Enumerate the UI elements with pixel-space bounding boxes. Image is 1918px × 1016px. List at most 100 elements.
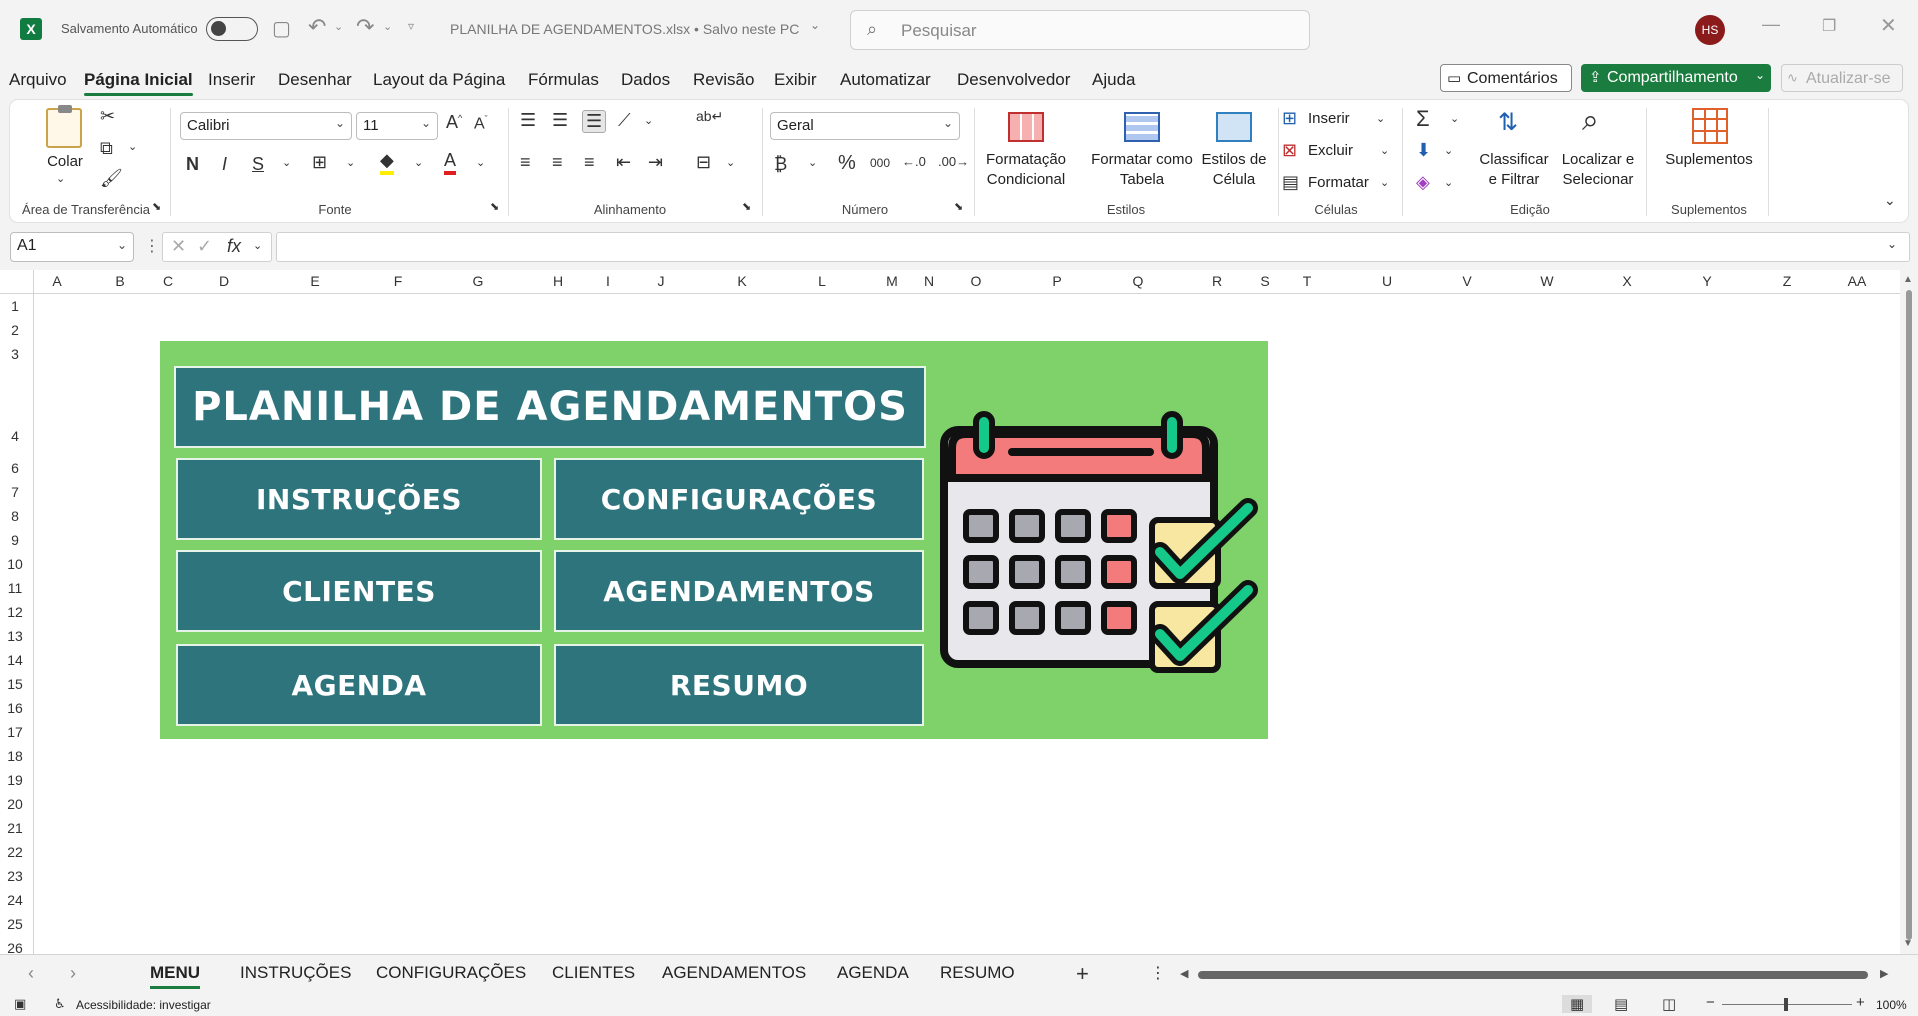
hscroll-left-icon[interactable]: ◀: [1180, 967, 1188, 980]
clipboard-launcher-icon[interactable]: ⬊: [152, 200, 161, 213]
column-header-b[interactable]: B: [80, 273, 160, 289]
conditional-formatting-line1[interactable]: Formatação: [976, 150, 1076, 169]
undo-dropdown-icon[interactable]: ⌄: [334, 20, 343, 33]
column-header-w[interactable]: W: [1502, 273, 1592, 289]
align-center-icon[interactable]: ≡: [552, 152, 563, 173]
paste-icon[interactable]: [46, 105, 82, 148]
insert-function-icon[interactable]: fx: [227, 236, 241, 257]
row-header[interactable]: 11: [0, 580, 30, 596]
paste-label[interactable]: Colar: [42, 152, 88, 171]
avatar[interactable]: HS: [1695, 15, 1725, 45]
decrease-indent-icon[interactable]: ⇤: [616, 152, 631, 173]
thousands-icon[interactable]: 000: [870, 156, 890, 170]
cell-styles-icon[interactable]: [1216, 112, 1252, 142]
borders-chevron-icon[interactable]: ⌄: [346, 156, 355, 169]
delete-cells-label[interactable]: Excluir: [1308, 142, 1353, 159]
agenda-button[interactable]: AGENDA: [176, 644, 542, 726]
percent-icon[interactable]: %: [838, 152, 856, 175]
undo-icon[interactable]: ↶: [308, 14, 326, 40]
prev-sheet-icon[interactable]: ‹: [28, 963, 34, 984]
fill-chevron-icon[interactable]: ⌄: [1444, 144, 1453, 157]
accounting-icon[interactable]: ₿: [774, 154, 787, 175]
menu-desenhar[interactable]: Desenhar: [278, 70, 352, 90]
column-header-f[interactable]: F: [358, 273, 438, 289]
format-cells-label[interactable]: Formatar: [1308, 174, 1369, 191]
fill-icon[interactable]: ⬇: [1416, 140, 1431, 161]
align-middle-icon[interactable]: ☰: [552, 110, 568, 131]
format-as-table-icon[interactable]: [1124, 112, 1160, 142]
row-header[interactable]: 9: [0, 532, 30, 548]
collapse-ribbon-icon[interactable]: ⌄: [1884, 192, 1896, 209]
column-header-o[interactable]: O: [938, 273, 1014, 289]
menu-arquivo[interactable]: Arquivo: [9, 70, 67, 90]
copy-chevron-icon[interactable]: ⌄: [128, 140, 137, 153]
column-header-k[interactable]: K: [704, 273, 780, 289]
decrease-font-icon[interactable]: Aˇ: [474, 114, 488, 133]
merge-chevron-icon[interactable]: ⌄: [726, 156, 735, 169]
cut-icon[interactable]: ✂: [100, 106, 115, 127]
minimize-icon[interactable]: —: [1762, 14, 1780, 35]
redo-icon[interactable]: ↷: [356, 14, 374, 40]
increase-decimal-icon[interactable]: ←.0: [902, 154, 926, 169]
clear-chevron-icon[interactable]: ⌄: [1444, 176, 1453, 189]
enter-icon[interactable]: ✓: [197, 236, 212, 257]
menu-inserir[interactable]: Inserir: [208, 70, 255, 90]
normal-view-icon[interactable]: ▦: [1562, 995, 1593, 1013]
italic-icon[interactable]: I: [222, 154, 227, 175]
next-sheet-icon[interactable]: ›: [70, 963, 76, 984]
menu-dados[interactable]: Dados: [621, 70, 670, 90]
find-select-icon[interactable]: ⌕: [1582, 104, 1599, 138]
column-header-d[interactable]: D: [176, 273, 272, 289]
row-header[interactable]: 7: [0, 484, 30, 500]
row-header[interactable]: 19: [0, 772, 30, 788]
orientation-icon[interactable]: ⟋: [618, 110, 631, 131]
update-button[interactable]: ∿ Atualizar-se: [1781, 64, 1903, 92]
zoom-in-icon[interactable]: +: [1856, 994, 1865, 1011]
add-sheet-icon[interactable]: +: [1076, 961, 1089, 987]
fill-color-chevron-icon[interactable]: ⌄: [414, 156, 423, 169]
column-header-t[interactable]: T: [1272, 273, 1342, 289]
decrease-decimal-icon[interactable]: .00→: [938, 154, 969, 169]
column-header-g[interactable]: G: [438, 273, 518, 289]
copy-icon[interactable]: ⧉: [100, 138, 113, 159]
scroll-down-icon[interactable]: ▼: [1903, 938, 1913, 949]
name-box[interactable]: A1 ⌄: [10, 232, 134, 262]
row-header[interactable]: 15: [0, 676, 30, 692]
orientation-chevron-icon[interactable]: ⌄: [644, 114, 653, 127]
addins-icon[interactable]: [1692, 108, 1728, 144]
zoom-level[interactable]: 100%: [1876, 998, 1907, 1012]
sort-filter-icon[interactable]: ⇅: [1498, 108, 1518, 137]
row-header[interactable]: 22: [0, 844, 30, 860]
column-header-aa[interactable]: AA: [1822, 273, 1892, 289]
row-header[interactable]: 3: [0, 346, 30, 362]
font-color-chevron-icon[interactable]: ⌄: [476, 156, 485, 169]
column-header-r[interactable]: R: [1176, 273, 1258, 289]
sheet-tab-resumo[interactable]: RESUMO: [940, 963, 1015, 983]
row-header[interactable]: 1: [0, 298, 30, 314]
page-break-view-icon[interactable]: ◫: [1662, 995, 1676, 1013]
align-top-icon[interactable]: ☰: [520, 110, 536, 131]
menu-formulas[interactable]: Fórmulas: [528, 70, 599, 90]
align-bottom-icon[interactable]: ☰: [582, 110, 607, 133]
column-header-y[interactable]: Y: [1662, 273, 1752, 289]
column-header-c[interactable]: C: [160, 273, 176, 289]
format-chevron-icon[interactable]: ⌄: [1380, 176, 1389, 189]
underline-chevron-icon[interactable]: ⌄: [282, 156, 291, 169]
menu-ajuda[interactable]: Ajuda: [1092, 70, 1135, 90]
column-header-u[interactable]: U: [1342, 273, 1432, 289]
share-button[interactable]: ⇪ Compartilhamento ⌄: [1581, 64, 1771, 92]
font-size-select[interactable]: 11 ⌄: [356, 112, 438, 140]
format-as-table-line1[interactable]: Formatar como: [1086, 150, 1198, 169]
number-launcher-icon[interactable]: ⬊: [954, 200, 963, 213]
close-icon[interactable]: ✕: [1880, 13, 1897, 38]
sort-filter-line1[interactable]: Classificar: [1472, 150, 1556, 169]
scroll-up-icon[interactable]: ▲: [1903, 274, 1913, 285]
sheet-tab-clientes[interactable]: CLIENTES: [552, 963, 635, 983]
restore-icon[interactable]: ❐: [1822, 16, 1836, 36]
configuracoes-button[interactable]: CONFIGURAÇÕES: [554, 458, 924, 540]
delete-chevron-icon[interactable]: ⌄: [1380, 144, 1389, 157]
paste-chevron-icon[interactable]: ⌄: [56, 172, 65, 185]
autosum-icon[interactable]: Σ: [1416, 106, 1430, 132]
sheet-options-icon[interactable]: ⋮: [1150, 963, 1166, 983]
row-header[interactable]: 21: [0, 820, 30, 836]
